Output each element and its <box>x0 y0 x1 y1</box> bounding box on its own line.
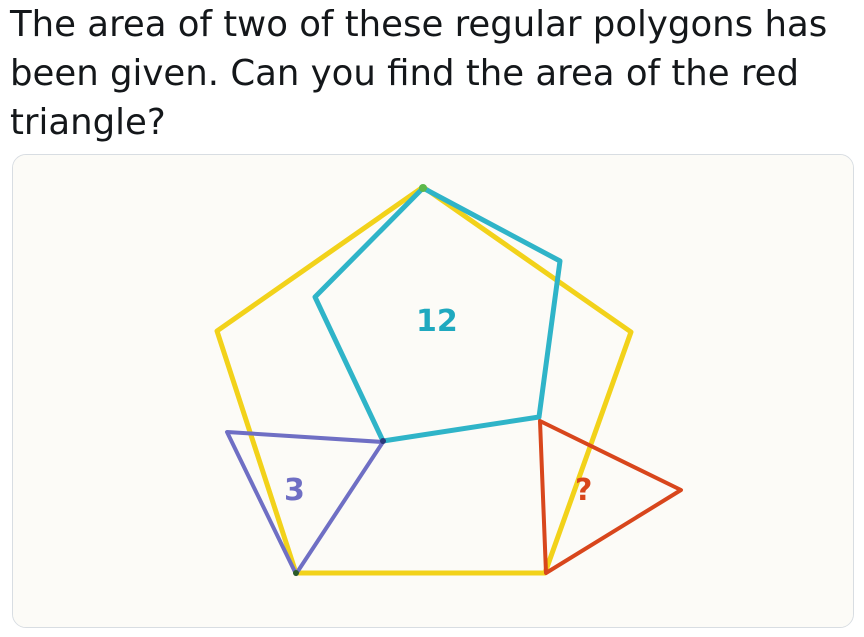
shared-vertex-dot <box>380 438 386 444</box>
tweet-line-1: The area of two of these regular polygon… <box>10 4 828 45</box>
polygon-puzzle-drawing: 12 3 ? <box>13 155 853 627</box>
top-vertex-dot <box>419 184 427 192</box>
blue-triangle-area-label: 3 <box>284 473 305 508</box>
paper-background <box>13 155 853 627</box>
red-triangle-area-label: ? <box>575 473 592 508</box>
pentagon-area-label: 12 <box>416 304 458 339</box>
tweet-line-2: been given. Can you find the area of the… <box>10 53 800 94</box>
tweet-line-3: triangle? <box>10 102 166 143</box>
bottom-left-vertex-dot <box>293 570 299 576</box>
tweet-photo[interactable]: 12 3 ? <box>12 154 854 628</box>
tweet-text: The area of two of these regular polygon… <box>10 0 855 147</box>
